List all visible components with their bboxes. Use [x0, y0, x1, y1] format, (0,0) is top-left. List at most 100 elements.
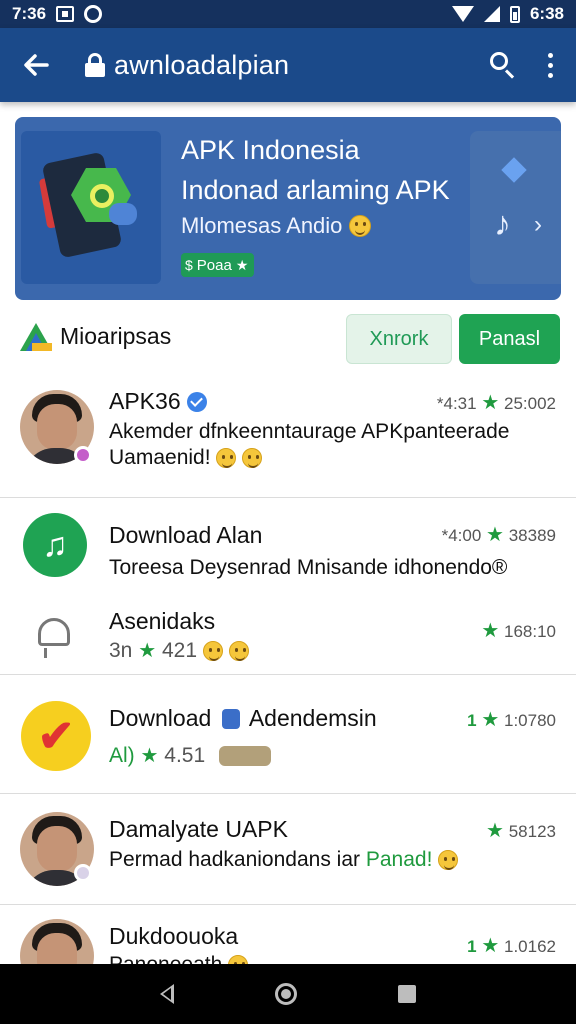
item-description-2: Uamaenid!: [109, 446, 263, 470]
record-icon: [84, 5, 103, 23]
sticker-icon: [219, 746, 272, 766]
item-meta: ★ 58123: [486, 818, 556, 843]
star-icon: ★: [486, 524, 504, 546]
banner-caption-text: Mlomesas Andio: [181, 213, 343, 238]
item-rating-value: 421: [161, 639, 198, 662]
item-rating-line: 3n ★ 421: [109, 638, 249, 663]
item-meta-value: 168:10: [504, 622, 556, 641]
check-icon: ✔: [21, 701, 91, 771]
item-title: Asenidaks: [109, 608, 216, 634]
app-badge-icon: [221, 709, 240, 729]
banner-badge[interactable]: $ Poaa ★: [181, 253, 255, 277]
system-nav-bar: [0, 964, 576, 1024]
featured-banner[interactable]: APK Indonesia Indonad arlaming APK Mlome…: [15, 117, 561, 300]
smile-emoji-icon: [438, 850, 459, 870]
more-options-button[interactable]: [540, 45, 560, 85]
list-item[interactable]: Damalyate UAPK ★ 58123 Permad hadkaniond…: [0, 794, 576, 904]
item-meta-rating: *4:31: [436, 394, 477, 413]
drive-logo-icon: [20, 323, 52, 351]
banner-side-card[interactable]: ♪ ›: [470, 131, 561, 284]
item-meta: 1 ★ 1.0162: [467, 933, 556, 958]
item-meta: *4:00 ★ 38389: [442, 522, 556, 547]
nav-home-icon[interactable]: [274, 983, 297, 1005]
signal-icon: [483, 6, 500, 22]
grin-emoji-icon: [216, 448, 237, 468]
star-icon: ★: [140, 745, 159, 767]
item-title: Download Alan: [109, 522, 263, 548]
item-title-text: APK36: [109, 388, 181, 414]
hand-icon: [109, 203, 137, 225]
item-description: Panoneeath: [109, 953, 249, 964]
wifi-icon: [451, 6, 474, 22]
star-icon: ★: [138, 640, 157, 662]
list-item[interactable]: APK36 *4:31 ★ 25:002 Akemder dfnkeenntau…: [0, 380, 576, 498]
item-meta-rating: 1: [467, 711, 477, 730]
face-emoji-icon: [202, 641, 223, 661]
item-meta-value: 1.0162: [504, 937, 556, 956]
item-rating-line: Al) ★ 4.51: [109, 743, 272, 768]
banner-subtitle: Indonad arlaming APK: [181, 175, 450, 205]
nav-recents-icon[interactable]: [397, 985, 416, 1003]
bell-icon: [36, 614, 72, 658]
item-description-text: Permad hadkaniondans iar: [109, 848, 360, 871]
smile-emoji-icon: [348, 215, 371, 237]
star-icon: ★: [486, 820, 504, 842]
star-icon: ★: [235, 256, 249, 273]
item-description: Toreesa Deysenrad Mnisande idhonendo®: [109, 556, 508, 579]
back-button[interactable]: [16, 45, 56, 85]
status-battery-time: 6:38: [529, 4, 564, 23]
avatar: [20, 919, 94, 964]
music-note-icon: ♫: [23, 513, 87, 577]
item-description-2-text: Uamaenid!: [109, 446, 211, 469]
item-meta-value: 38389: [508, 526, 556, 545]
item-meta-value: 25:002: [504, 394, 556, 413]
star-icon: ★: [481, 709, 500, 731]
item-description: Permad hadkaniondans iar Panad!: [109, 848, 459, 872]
item-description-text: Panoneeath: [109, 953, 222, 964]
search-button[interactable]: [482, 45, 522, 85]
list-item[interactable]: ✔ Download Adendemsin 1 ★ 1:0780 Al) ★ 4…: [0, 675, 576, 793]
item-description: Akemder dfnkeenntaurage APKpanteerade: [109, 420, 510, 443]
verified-icon: [186, 392, 207, 412]
star-icon: ★: [481, 392, 500, 414]
smile-emoji-icon: [228, 955, 249, 964]
screen: 7:36 6:38 awnloadalpian APK Indonesia In…: [0, 0, 576, 1024]
secondary-button[interactable]: Xnrork: [346, 314, 452, 364]
app-bar: awnloadalpian: [0, 28, 576, 102]
chevron-right-icon: ›: [534, 211, 542, 238]
item-meta: *4:31 ★ 25:002: [437, 390, 556, 415]
item-meta: ★ 168:10: [481, 618, 556, 643]
banner-badge-label: Poaa: [196, 256, 232, 274]
arrow-left-icon: [24, 54, 49, 76]
item-title: Dukdoouoka: [109, 923, 239, 949]
item-title-text: Download: [109, 705, 212, 731]
music-note-icon: ♪: [494, 205, 511, 243]
online-badge-icon: [74, 864, 92, 882]
section-title: Mioaripsas: [60, 323, 172, 349]
star-icon: ★: [481, 620, 500, 642]
laugh-emoji-icon: [228, 641, 249, 661]
list-item[interactable]: ♫ Download Alan *4:00 ★ 38389 Toreesa De…: [0, 498, 576, 596]
status-bar: 7:36 6:38: [0, 0, 576, 28]
item-meta-value: 1:0780: [504, 711, 556, 730]
item-title: Download Adendemsin: [109, 705, 377, 732]
banner-artwork: [21, 131, 161, 284]
more-vert-icon: [547, 52, 553, 58]
item-title: APK36: [109, 388, 207, 415]
item-description-accent: Panad!: [365, 848, 433, 871]
primary-button[interactable]: Panasl: [459, 314, 560, 364]
list-item[interactable]: Asenidaks ★ 168:10 3n ★ 421: [0, 596, 576, 674]
item-rating-value: 4.51: [164, 744, 206, 767]
battery-icon: [509, 5, 520, 23]
status-time: 7:36: [12, 4, 47, 23]
nav-back-icon[interactable]: [160, 984, 175, 1004]
item-title-suffix: Adendemsin: [248, 705, 377, 731]
star-icon: ★: [481, 935, 500, 957]
diamond-icon: [501, 157, 527, 183]
app-bar-title: awnloadalpian: [114, 49, 290, 80]
list-item[interactable]: Dukdoouoka 1 ★ 1.0162 Panoneeath: [0, 905, 576, 964]
banner-title: APK Indonesia: [181, 135, 360, 165]
laugh-emoji-icon: [242, 448, 263, 468]
notification-icon: [56, 6, 75, 22]
online-badge-icon: [74, 446, 92, 464]
